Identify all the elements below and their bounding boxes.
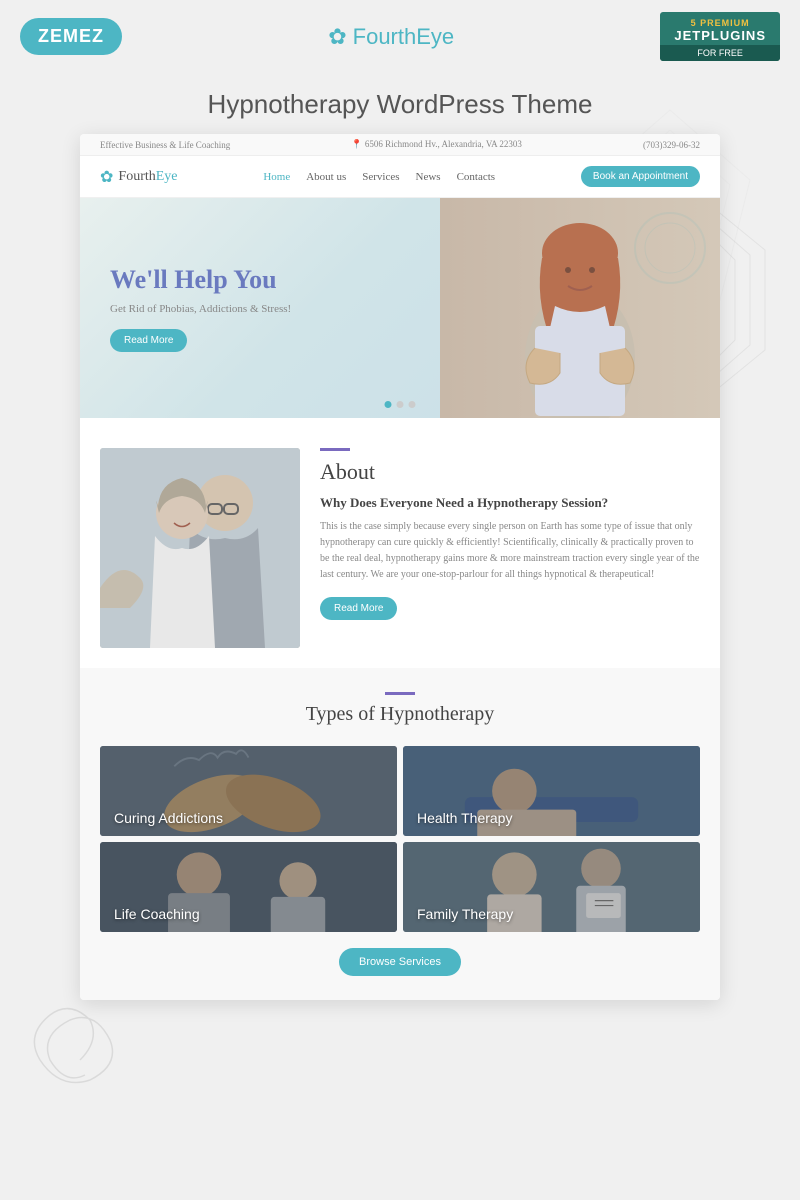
about-read-more-button[interactable]: Read More bbox=[320, 597, 397, 620]
hero-heading: We'll Help You bbox=[110, 265, 291, 295]
site-nav: Home About us Services News Contacts bbox=[263, 171, 495, 183]
types-title: Types of Hypnotherapy bbox=[100, 703, 700, 726]
types-divider bbox=[385, 692, 415, 695]
section-spacer bbox=[80, 418, 720, 428]
nav-services[interactable]: Services bbox=[362, 171, 399, 183]
about-section: About Why Does Everyone Need a Hypnother… bbox=[80, 428, 720, 668]
hero-read-more-button[interactable]: Read More bbox=[110, 329, 187, 352]
site-header: ✿ FourthEye Home About us Services News … bbox=[80, 156, 720, 198]
brand-text: FourthEye bbox=[353, 24, 455, 50]
book-appointment-button[interactable]: Book an Appointment bbox=[581, 166, 700, 187]
hero-dots bbox=[385, 401, 416, 408]
hero-dot-1[interactable] bbox=[385, 401, 392, 408]
site-phone: (703)329-06-32 bbox=[643, 140, 700, 150]
browse-btn-wrap: Browse Services bbox=[100, 948, 700, 976]
jetplugins-badge: 5 PREMIUM JETPLUGINS FOR FREE bbox=[660, 12, 780, 61]
hero-section: We'll Help You Get Rid of Phobias, Addic… bbox=[80, 198, 720, 418]
card-label-health-therapy: Health Therapy bbox=[403, 800, 526, 836]
site-mockup: Effective Business & Life Coaching 📍 650… bbox=[80, 134, 720, 1000]
types-grid: Curing Addictions Health Therapy bbox=[100, 746, 700, 932]
premium-label: 5 PREMIUM bbox=[674, 18, 766, 28]
types-header: Types of Hypnotherapy bbox=[100, 692, 700, 726]
forfree-label: FOR FREE bbox=[660, 45, 780, 61]
flower-icon: ✿ bbox=[328, 24, 346, 50]
browse-services-button[interactable]: Browse Services bbox=[339, 948, 461, 976]
site-logo-text: FourthEye bbox=[118, 169, 177, 185]
card-label-family-therapy: Family Therapy bbox=[403, 896, 527, 932]
about-divider bbox=[320, 448, 350, 451]
about-image bbox=[100, 448, 300, 648]
type-card-family-therapy[interactable]: Family Therapy bbox=[403, 842, 700, 932]
site-logo: ✿ FourthEye bbox=[100, 167, 178, 187]
about-question: Why Does Everyone Need a Hypnotherapy Se… bbox=[320, 495, 700, 511]
site-location: 📍 6506 Richmond Hv., Alexandria, VA 2230… bbox=[351, 139, 522, 150]
nav-about[interactable]: About us bbox=[306, 171, 346, 183]
card-label-curing-addictions: Curing Addictions bbox=[100, 800, 237, 836]
hero-content: We'll Help You Get Rid of Phobias, Addic… bbox=[80, 235, 321, 382]
page-title-area: Hypnotherapy WordPress Theme bbox=[0, 73, 800, 134]
hero-dot-2[interactable] bbox=[397, 401, 404, 408]
type-card-curing-addictions[interactable]: Curing Addictions bbox=[100, 746, 397, 836]
type-card-health-therapy[interactable]: Health Therapy bbox=[403, 746, 700, 836]
type-card-life-coaching[interactable]: Life Coaching bbox=[100, 842, 397, 932]
hero-bg-decoration bbox=[630, 208, 710, 288]
site-topbar: Effective Business & Life Coaching 📍 650… bbox=[80, 134, 720, 156]
about-title: About bbox=[320, 459, 700, 485]
page-title: Hypnotherapy WordPress Theme bbox=[20, 89, 780, 120]
site-tagline: Effective Business & Life Coaching bbox=[100, 140, 230, 150]
brand-logo: ✿ FourthEye bbox=[328, 24, 454, 50]
nav-contacts[interactable]: Contacts bbox=[457, 171, 496, 183]
card-label-life-coaching: Life Coaching bbox=[100, 896, 214, 932]
types-section: Types of Hypnotherapy Curing Addictions bbox=[80, 668, 720, 1000]
about-body: This is the case simply because every si… bbox=[320, 519, 700, 583]
hero-subheading: Get Rid of Phobias, Addictions & Stress! bbox=[110, 303, 291, 315]
nav-home[interactable]: Home bbox=[263, 171, 290, 183]
hero-dot-3[interactable] bbox=[409, 401, 416, 408]
nav-news[interactable]: News bbox=[416, 171, 441, 183]
jetplugins-label: JETPLUGINS bbox=[674, 28, 766, 43]
site-logo-icon: ✿ bbox=[100, 167, 113, 187]
about-content: About Why Does Everyone Need a Hypnother… bbox=[320, 448, 700, 620]
about-couple-illustration bbox=[100, 448, 300, 648]
zemez-logo[interactable]: ZEMEZ bbox=[20, 18, 122, 55]
top-bar: ZEMEZ ✿ FourthEye 5 PREMIUM JETPLUGINS F… bbox=[0, 0, 800, 73]
